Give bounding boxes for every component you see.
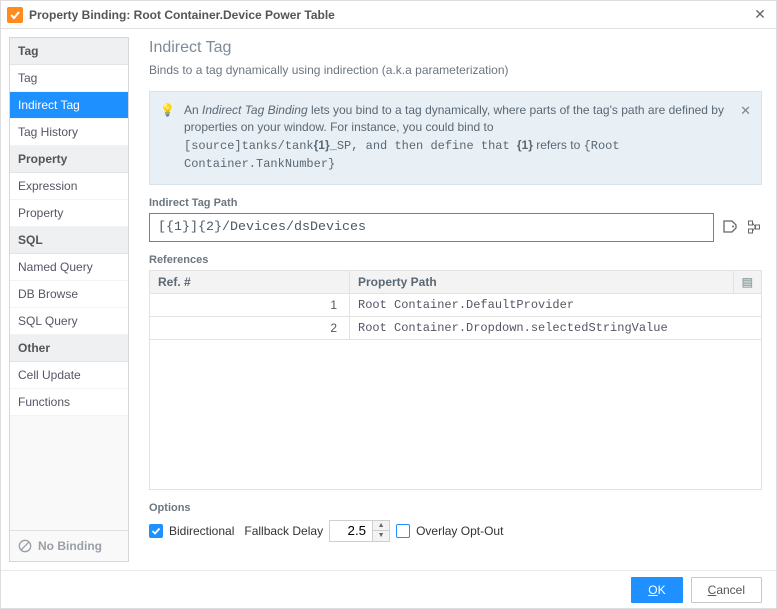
ref-prop: Root Container.Dropdown.selectedStringVa… — [350, 316, 762, 339]
no-binding-label: No Binding — [38, 539, 102, 553]
info-em: Indirect Tag Binding — [202, 103, 308, 117]
detail-icon[interactable]: ▤ — [733, 270, 761, 293]
col-ref: Ref. # — [150, 270, 350, 293]
table-row[interactable]: 2 Root Container.Dropdown.selectedString… — [150, 316, 762, 339]
label-options: Options — [149, 502, 762, 514]
sidebar-item-tag-history[interactable]: Tag History — [10, 119, 128, 146]
info-mid: _SP, and then define that — [330, 139, 517, 153]
sidebar: Tag Tag Indirect Tag Tag History Propert… — [9, 37, 129, 562]
table-empty-area — [150, 339, 762, 489]
sidebar-item-db-browse[interactable]: DB Browse — [10, 281, 128, 308]
property-browse-icon[interactable] — [746, 219, 762, 235]
bidirectional-label: Bidirectional — [169, 524, 234, 538]
info-box: 💡 ✕ An Indirect Tag Binding lets you bin… — [149, 91, 762, 185]
page-subtitle: Binds to a tag dynamically using indirec… — [149, 63, 762, 77]
indirect-tag-path-input[interactable] — [149, 213, 714, 242]
overlay-optout-checkbox[interactable] — [396, 524, 410, 538]
titlebar: Property Binding: Root Container.Device … — [1, 1, 776, 29]
tag-browse-icon[interactable] — [722, 219, 738, 235]
fallback-delay-spinner[interactable]: ▲▼ — [329, 520, 390, 542]
cancel-button[interactable]: Cancel — [691, 577, 762, 603]
sidebar-item-expression[interactable]: Expression — [10, 173, 128, 200]
label-references: References — [149, 254, 762, 266]
ok-button[interactable]: OK — [631, 577, 682, 603]
sidebar-item-indirect-tag[interactable]: Indirect Tag — [10, 92, 128, 119]
info-b1: {1} — [314, 138, 330, 152]
info-tail1: refers to — [533, 138, 584, 152]
nav-header-other: Other — [10, 335, 128, 362]
no-binding-icon — [18, 539, 32, 553]
window-title: Property Binding: Root Container.Device … — [29, 8, 750, 22]
info-code-1: [source]tanks/tank — [184, 139, 314, 153]
nav-header-sql: SQL — [10, 227, 128, 254]
info-b2: {1} — [517, 138, 533, 152]
fallback-delay-input[interactable] — [330, 521, 372, 541]
fallback-label: Fallback Delay — [244, 524, 323, 538]
spin-up-icon[interactable]: ▲ — [373, 521, 389, 531]
no-binding-button[interactable]: No Binding — [10, 530, 128, 561]
info-close-icon[interactable]: ✕ — [740, 102, 751, 121]
footer: OK Cancel — [1, 570, 776, 609]
label-indirect-path: Indirect Tag Path — [149, 197, 762, 209]
main-panel: Indirect Tag Binds to a tag dynamically … — [135, 29, 776, 570]
close-icon[interactable]: ✕ — [750, 6, 770, 23]
ref-num: 2 — [150, 316, 350, 339]
sidebar-item-cell-update[interactable]: Cell Update — [10, 362, 128, 389]
nav-header-tag: Tag — [10, 38, 128, 65]
col-prop: Property Path — [350, 270, 734, 293]
sidebar-item-functions[interactable]: Functions — [10, 389, 128, 416]
ref-num: 1 — [150, 293, 350, 316]
info-text: An — [184, 103, 202, 117]
lightbulb-icon: 💡 — [160, 102, 175, 119]
app-icon — [7, 7, 23, 23]
page-title: Indirect Tag — [149, 39, 762, 57]
sidebar-item-property[interactable]: Property — [10, 200, 128, 227]
ref-prop: Root Container.DefaultProvider — [350, 293, 762, 316]
table-row[interactable]: 1 Root Container.DefaultProvider — [150, 293, 762, 316]
sidebar-item-tag[interactable]: Tag — [10, 65, 128, 92]
overlay-label: Overlay Opt-Out — [416, 524, 503, 538]
references-table: Ref. # Property Path ▤ 1 Root Container.… — [149, 270, 762, 490]
nav-list: Tag Tag Indirect Tag Tag History Propert… — [10, 38, 128, 530]
sidebar-item-named-query[interactable]: Named Query — [10, 254, 128, 281]
sidebar-item-sql-query[interactable]: SQL Query — [10, 308, 128, 335]
nav-header-property: Property — [10, 146, 128, 173]
spin-down-icon[interactable]: ▼ — [373, 531, 389, 541]
bidirectional-checkbox[interactable] — [149, 524, 163, 538]
